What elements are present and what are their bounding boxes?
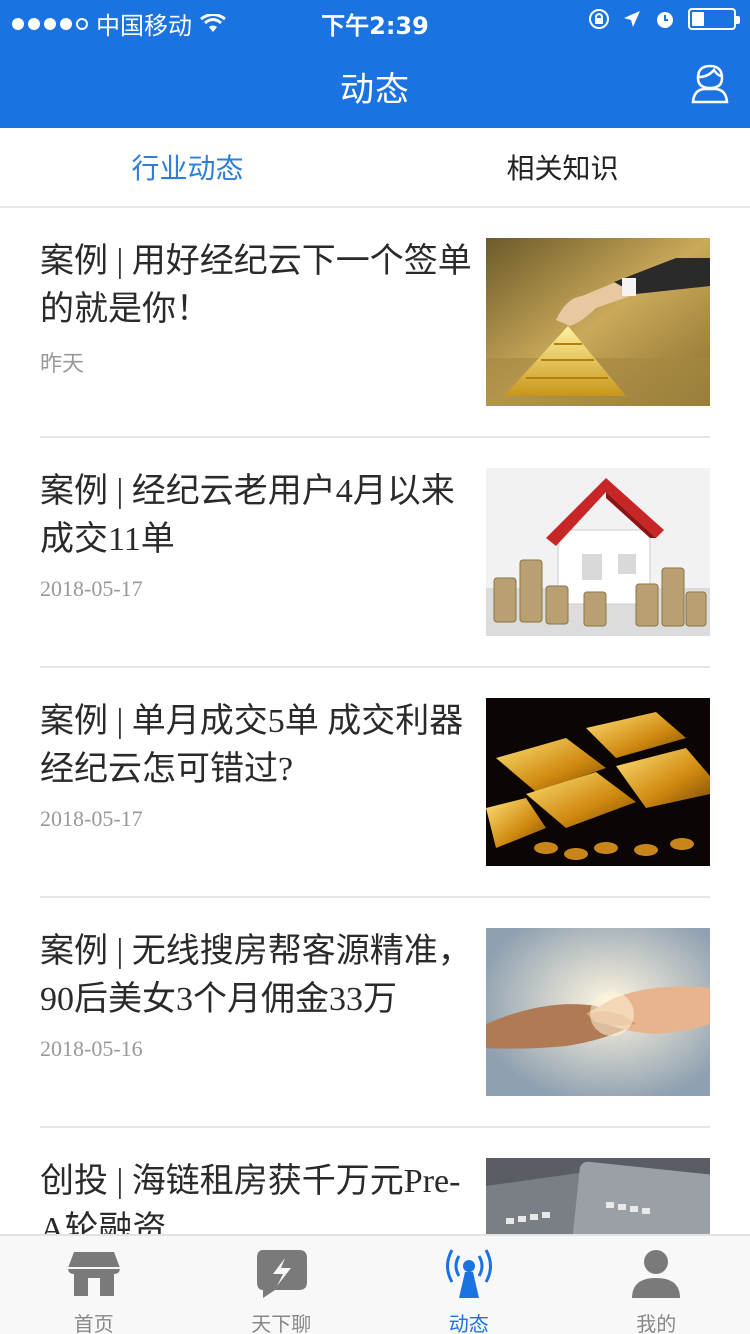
page-title: 动态	[340, 70, 410, 110]
status-bar: 中国移动 下午2:39	[0, 0, 750, 40]
tabbar-item-news[interactable]: 动态	[375, 1236, 563, 1334]
tabbar-item-chat[interactable]: 天下聊	[188, 1236, 376, 1334]
article-item[interactable]: 案例 | 用好经纪云下一个签单的就是你！ 昨天	[40, 208, 710, 438]
segment-tabs: 行业动态 相关知识	[0, 128, 750, 208]
home-icon	[67, 1252, 120, 1296]
tabbar-label: 我的	[636, 1312, 677, 1334]
article-title: 案例 | 无线搜房帮客源精准，90后美女3个月佣金33万	[40, 933, 472, 1018]
article-date: 2018-05-16	[40, 1036, 143, 1061]
bottom-tab-bar: 首页 天下聊 动态 我的	[0, 1234, 750, 1334]
tabbar-label: 动态	[448, 1312, 489, 1334]
location-icon	[624, 11, 640, 27]
profile-icon	[632, 1250, 681, 1298]
article-title: 案例 | 用好经纪云下一个签单的就是你！	[40, 243, 472, 328]
gold-bars-image	[486, 698, 710, 866]
tab-industry-news[interactable]: 行业动态	[0, 128, 375, 206]
tab-related-knowledge[interactable]: 相关知识	[375, 128, 750, 206]
article-date: 2018-05-17	[40, 806, 143, 831]
article-title: 创投 | 海链租房获千万元Pre-A轮融资	[40, 1163, 461, 1234]
article-item[interactable]: 创投 | 海链租房获千万元Pre-A轮融资	[40, 1128, 710, 1234]
tabbar-label: 首页	[73, 1312, 114, 1334]
broadcast-icon	[445, 1249, 492, 1298]
status-right	[588, 8, 740, 30]
battery-icon	[688, 8, 740, 30]
handshake-image	[486, 928, 710, 1096]
rotation-lock-icon	[589, 9, 609, 29]
article-title: 案例 | 经纪云老用户4月以来成交11单	[40, 473, 455, 558]
article-date: 2018-05-17	[40, 576, 143, 601]
article-date: 昨天	[40, 351, 85, 376]
article-item[interactable]: 案例 | 无线搜房帮客源精准，90后美女3个月佣金33万 2018-05-16	[40, 898, 710, 1128]
top-bar: 中国移动 下午2:39 动态	[0, 0, 750, 128]
credit-cards-image	[486, 1158, 710, 1234]
house-coins-image	[486, 468, 710, 636]
chat-bolt-icon	[257, 1250, 308, 1298]
article-item[interactable]: 案例 | 经纪云老用户4月以来成交11单 2018-05-17	[40, 438, 710, 668]
gold-pyramid-image	[486, 238, 710, 406]
article-title: 案例 | 单月成交5单 成交利器经纪云怎可错过?	[40, 703, 464, 788]
article-list: 案例 | 用好经纪云下一个签单的就是你！ 昨天 案例 | 经纪云老用户4月以来成…	[0, 208, 750, 1234]
tabbar-label: 天下聊	[251, 1312, 312, 1334]
user-icon[interactable]	[690, 62, 730, 104]
article-item[interactable]: 案例 | 单月成交5单 成交利器经纪云怎可错过? 2018-05-17	[40, 668, 710, 898]
tabbar-item-me[interactable]: 我的	[563, 1236, 750, 1334]
alarm-icon	[657, 12, 673, 28]
tabbar-item-home[interactable]: 首页	[0, 1236, 188, 1334]
